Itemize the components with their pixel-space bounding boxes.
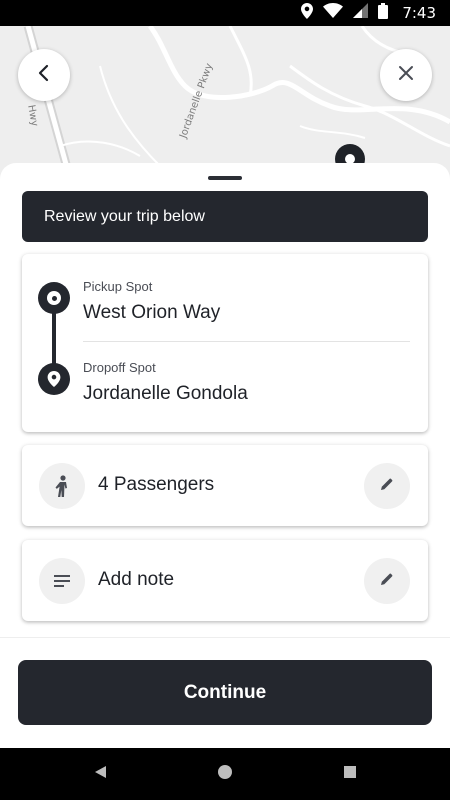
add-note-text: Add note — [98, 569, 175, 590]
status-icons: 7:43 — [301, 0, 436, 26]
pickup-label: Pickup Spot — [83, 279, 153, 294]
passengers-text: 4 Passengers — [98, 474, 215, 495]
nav-back-button[interactable] — [90, 764, 110, 784]
wifi-icon — [323, 3, 344, 23]
system-nav-bar — [0, 748, 450, 800]
dropoff-pin-icon — [38, 363, 70, 395]
signal-icon — [353, 3, 369, 23]
map-view[interactable]: Hwy Jordanelle Pkwy — [0, 26, 450, 186]
route-divider — [83, 341, 410, 342]
nav-recents-button[interactable] — [340, 764, 360, 784]
passengers-row[interactable]: 4 Passengers — [22, 445, 428, 526]
dropoff-value[interactable]: Jordanelle Gondola — [83, 383, 248, 405]
continue-label: Continue — [183, 681, 267, 703]
edit-passengers-button[interactable] — [364, 463, 410, 509]
status-time: 7:43 — [402, 4, 436, 22]
trip-review-sheet: Review your trip below Pickup Spot West … — [0, 163, 450, 748]
pickup-pin-icon — [38, 282, 70, 314]
close-button[interactable] — [380, 49, 432, 101]
note-row[interactable]: Add note — [22, 540, 428, 621]
battery-icon — [378, 2, 389, 24]
circle-home-icon — [217, 764, 233, 785]
continue-button[interactable]: Continue — [18, 660, 432, 725]
review-banner: Review your trip below — [22, 191, 428, 242]
chevron-left-icon — [35, 64, 53, 87]
person-icon — [39, 463, 85, 509]
dropoff-label: Dropoff Spot — [83, 360, 156, 375]
map-roads — [23, 26, 450, 186]
banner-text: Review your trip below — [44, 207, 205, 225]
status-bar: 7:43 — [0, 0, 450, 26]
pencil-icon — [380, 572, 394, 591]
square-recents-icon — [343, 765, 357, 784]
nav-home-button[interactable] — [215, 764, 235, 784]
pickup-value[interactable]: West Orion Way — [83, 302, 220, 324]
drag-handle[interactable] — [208, 176, 242, 180]
back-button[interactable] — [18, 49, 70, 101]
close-icon — [398, 65, 414, 86]
location-icon — [301, 2, 314, 24]
edit-note-button[interactable] — [364, 558, 410, 604]
route-card: Pickup Spot West Orion Way Dropoff Spot … — [22, 254, 428, 432]
sheet-divider — [0, 637, 450, 638]
notes-icon — [39, 558, 85, 604]
pencil-icon — [380, 477, 394, 496]
triangle-back-icon — [93, 765, 107, 784]
